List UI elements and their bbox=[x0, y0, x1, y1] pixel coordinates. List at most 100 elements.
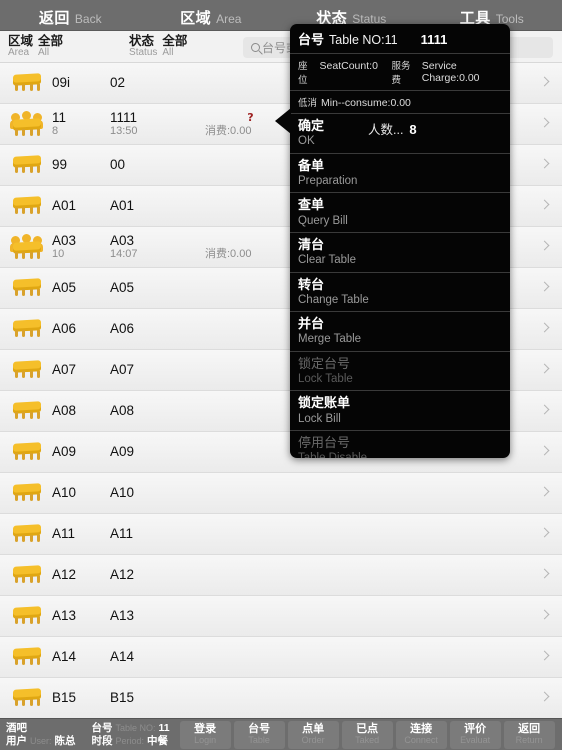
bottom-button-connect[interactable]: 连接 Connect bbox=[395, 720, 447, 749]
table-row-name: A07 bbox=[110, 362, 134, 378]
chevron-right-icon[interactable] bbox=[539, 609, 550, 620]
popup-menu-item-clear-table[interactable]: 清台 Clear Table bbox=[290, 233, 510, 273]
chevron-right-icon[interactable] bbox=[539, 527, 550, 538]
table-row[interactable]: A13 A13 bbox=[0, 596, 562, 637]
bottom-button-label-en: Connect bbox=[404, 734, 438, 745]
bottom-tableno-label-cn: 台号 bbox=[91, 722, 113, 735]
bottom-user-row: 用户 User: 陈总 bbox=[6, 735, 76, 747]
table-row-name-main: A09 bbox=[110, 444, 135, 460]
table-row-no-main: A06 bbox=[52, 321, 77, 337]
status-filter-value-cn: 全部 bbox=[162, 33, 188, 48]
servicecharge-value: Service Charge:0.00 bbox=[421, 60, 480, 84]
chevron-right-icon[interactable] bbox=[539, 568, 550, 579]
bottom-user-label-en: User: bbox=[30, 735, 52, 746]
chevron-right-icon[interactable] bbox=[539, 691, 550, 702]
chevron-right-icon[interactable] bbox=[539, 363, 550, 374]
chevron-right-icon[interactable] bbox=[539, 445, 550, 456]
minconsume-value: Min--consume:0.00 bbox=[321, 97, 411, 109]
bottom-period-row: 时段 Period: 中餐 bbox=[92, 735, 170, 747]
table-row-name: 02 bbox=[110, 75, 125, 91]
popup-menu-item-change-table[interactable]: 转台 Change Table bbox=[290, 273, 510, 313]
area-filter[interactable]: 区域 Area 全部 All bbox=[8, 34, 63, 59]
table-empty-icon bbox=[10, 562, 44, 588]
servicecharge-label-cn: 服务费 bbox=[391, 61, 411, 86]
table-row[interactable]: A12 A12 bbox=[0, 555, 562, 596]
chevron-right-icon[interactable] bbox=[539, 650, 550, 661]
chevron-right-icon[interactable] bbox=[539, 76, 550, 87]
table-empty-icon bbox=[10, 275, 44, 301]
chevron-right-icon[interactable] bbox=[539, 322, 550, 333]
bottom-button-label-cn: 返回 bbox=[518, 723, 541, 735]
table-row-name-main: A05 bbox=[110, 280, 135, 296]
bottom-period-label-en: Period: bbox=[115, 735, 145, 746]
table-row-amount: 消费:0.00 bbox=[205, 248, 251, 261]
table-row-name-main: 1111 bbox=[110, 109, 138, 125]
app-root: 返回 Back 区域 Area 状态 Status 工具 Tools 区域 Area 全部 A… bbox=[0, 0, 562, 750]
table-empty-icon bbox=[10, 398, 44, 424]
bottom-button-table[interactable]: 台号 Table bbox=[233, 720, 285, 749]
table-row-no-main: B15 bbox=[52, 690, 77, 706]
chevron-right-icon[interactable] bbox=[539, 404, 550, 415]
popup-menu-item-lock-table: 锁定台号 Lock Table bbox=[290, 352, 510, 392]
chevron-right-icon[interactable] bbox=[539, 117, 550, 128]
table-row-no: 99 bbox=[52, 157, 67, 173]
table-row-name: A09 bbox=[110, 444, 134, 460]
popup-menu-item-label-en: Preparation bbox=[298, 174, 358, 187]
chevron-right-icon[interactable] bbox=[539, 281, 550, 292]
chevron-right-icon[interactable] bbox=[539, 199, 550, 210]
table-row[interactable]: A11 A11 bbox=[0, 514, 562, 555]
bottom-button-taked[interactable]: 已点 Taked bbox=[341, 720, 393, 749]
status-filter-label: 状态 Status bbox=[129, 34, 157, 59]
table-empty-icon bbox=[10, 152, 44, 178]
bottom-button-label-en: Login bbox=[194, 734, 217, 745]
popup-menu-item-label-en: Query Bill bbox=[298, 214, 348, 227]
chevron-right-icon[interactable] bbox=[539, 158, 550, 169]
bottom-button-evaluat[interactable]: 评价 Evaluat bbox=[449, 720, 501, 749]
popup-menu-item-query-bill[interactable]: 查单 Query Bill bbox=[290, 193, 510, 233]
table-row-name: A10 bbox=[110, 485, 134, 501]
area-filter-value-en: All bbox=[38, 46, 50, 58]
table-row-name-main: 00 bbox=[110, 157, 126, 173]
table-row-no: A13 bbox=[52, 608, 76, 624]
table-row[interactable]: A14 A14 bbox=[0, 637, 562, 678]
table-row-seats: 8 bbox=[52, 125, 59, 138]
table-row-name-main: A01 bbox=[110, 198, 135, 214]
table-row[interactable]: B15 B15 bbox=[0, 678, 562, 718]
bottom-period-value: 中餐 bbox=[147, 734, 169, 747]
bottom-button-label-en: Evaluat bbox=[460, 734, 491, 745]
bottom-tableno-label-en: Table NO: bbox=[115, 723, 156, 734]
table-row[interactable]: A10 A10 bbox=[0, 473, 562, 514]
table-row-amount-value: 消费:0.00 bbox=[205, 125, 252, 137]
table-row-name: B15 bbox=[110, 690, 134, 706]
table-empty-icon bbox=[10, 480, 44, 506]
popup-menu-item-label-cn: 并台 bbox=[298, 316, 325, 332]
seatcount-label-cn: 座位 bbox=[298, 61, 308, 86]
popup-menu-item-ok[interactable]: 确定 OK 人数... 8 bbox=[290, 114, 510, 154]
popup-menu-item-preparation[interactable]: 备单 Preparation bbox=[290, 154, 510, 194]
table-row-no-main: A07 bbox=[52, 362, 77, 378]
topnav-item-label-en: Back bbox=[74, 12, 102, 26]
bottom-button-order[interactable]: 点单 Order bbox=[287, 720, 339, 749]
status-filter[interactable]: 状态 Status 全部 All bbox=[129, 33, 188, 59]
table-row-name-main: A06 bbox=[110, 321, 135, 337]
search-icon bbox=[251, 43, 260, 52]
popup-menu-item-merge-table[interactable]: 并台 Merge Table bbox=[290, 312, 510, 352]
chevron-right-icon[interactable] bbox=[539, 486, 550, 497]
chevron-right-icon[interactable] bbox=[539, 240, 550, 251]
table-row-no-main: 99 bbox=[52, 157, 68, 173]
bottom-button-return[interactable]: 返回 Return bbox=[503, 720, 555, 749]
table-row-no-main: A05 bbox=[52, 280, 77, 296]
topnav-item-back[interactable]: 返回 Back bbox=[0, 0, 141, 30]
table-action-popup-menu[interactable]: 台号 Table NO:11 1111 座位 SeatCount:0 服务费 S… bbox=[290, 24, 510, 458]
topnav-item-area[interactable]: 区域 Area bbox=[141, 0, 282, 30]
popup-pointer-arrow bbox=[275, 108, 291, 134]
table-row-name: A11 bbox=[110, 526, 133, 542]
bottom-status-bar: 酒吧 用户 User: 陈总 台号 Table NO: 11 时段 Period… bbox=[0, 718, 562, 750]
popup-menu-items: 确定 OK 人数... 8 备单 Preparation 查单 Query Bill 清台 Cle… bbox=[290, 114, 510, 458]
popup-menu-item-lock-bill[interactable]: 锁定账单 Lock Bill bbox=[290, 391, 510, 431]
table-empty-icon bbox=[10, 685, 44, 711]
bottom-button-login[interactable]: 登录 Login bbox=[179, 720, 231, 749]
popup-menu-item-label-en: Lock Table bbox=[298, 373, 353, 385]
bottom-button-label-en: Order bbox=[301, 734, 325, 745]
topnav-item-label-cn: 区域 bbox=[180, 10, 212, 27]
